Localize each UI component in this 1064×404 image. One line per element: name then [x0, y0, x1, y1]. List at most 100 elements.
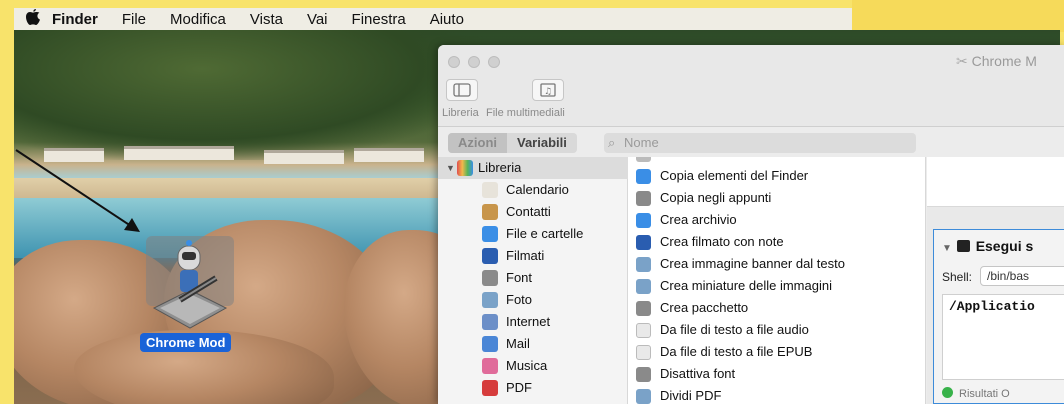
action-item[interactable]: Da file di testo a file EPUB	[628, 341, 925, 363]
music-icon	[482, 358, 498, 374]
action-item-label: Crea pacchetto	[660, 300, 749, 315]
window-title: ✂ Chrome M	[956, 53, 1037, 69]
library-toggle-button[interactable]	[446, 79, 478, 101]
action-item[interactable]: Crea miniature delle immagini	[628, 275, 925, 297]
library-item[interactable]: Mail	[438, 333, 628, 355]
library-item[interactable]: File e cartelle	[438, 223, 628, 245]
action-item[interactable]: Crea pacchetto	[628, 297, 925, 319]
minimize-button[interactable]	[468, 56, 480, 68]
disclosure-triangle-icon[interactable]: ▼	[446, 157, 455, 179]
action-item[interactable]: Copia negli appunti	[628, 187, 925, 209]
action-item-label: Da file di testo a file audio	[660, 322, 809, 337]
action-item-label: Da file di testo a file EPUB	[660, 344, 813, 359]
media-button[interactable]: ♫	[532, 79, 564, 101]
library-item-label: File e cartelle	[506, 226, 584, 241]
image-icon	[636, 257, 651, 272]
finder-icon	[482, 226, 498, 242]
library-item[interactable]: Musica	[438, 355, 628, 377]
pdf-icon	[482, 380, 498, 396]
action-item[interactable]: Copia elementi del Finder	[628, 165, 925, 187]
library-item[interactable]: Internet	[438, 311, 628, 333]
library-item[interactable]: Calendario	[438, 179, 628, 201]
globe-icon	[482, 314, 498, 330]
image-icon	[636, 279, 651, 294]
mail-icon	[482, 336, 498, 352]
action-card-run-shell[interactable]: ▼ Esegui s Shell: /bin/bas /Applicatio R…	[933, 229, 1064, 404]
shell-label: Shell:	[942, 270, 973, 284]
script-editor[interactable]: /Applicatio	[942, 294, 1064, 380]
action-item[interactable]: Crea filmato con note	[628, 231, 925, 253]
finder-icon	[636, 213, 651, 228]
library-item-label: Internet	[506, 314, 551, 329]
close-button[interactable]	[448, 56, 460, 68]
workflow-input-panel	[927, 157, 1064, 207]
media-icon: ♫	[540, 83, 556, 97]
action-item-label: Crea immagine banner dal testo	[660, 256, 845, 271]
action-item-label: Crea archivio	[660, 212, 737, 227]
search-input[interactable]: ⌕ Nome	[604, 133, 916, 153]
tab-switcher: Azioni Variabili	[448, 133, 577, 153]
library-item-label: Musica	[506, 358, 548, 373]
action-item[interactable]: Disattiva font	[628, 363, 925, 385]
text-file-icon	[636, 323, 651, 338]
search-icon: ⌕	[608, 135, 616, 150]
action-card-title: ▼ Esegui s	[942, 238, 1034, 254]
status-ok-icon	[942, 387, 953, 398]
annotation-arrow	[15, 149, 140, 232]
search-placeholder: Nome	[624, 135, 659, 150]
font-book-icon	[482, 270, 498, 286]
action-item[interactable]: Da file di testo a file audio	[628, 319, 925, 341]
library-item-label: Contatti	[506, 204, 551, 219]
library-folder-icon	[457, 160, 473, 176]
font-book-icon	[636, 367, 651, 382]
action-item-label: Dividi PDF	[660, 388, 722, 403]
calendar-icon	[482, 182, 498, 198]
action-item-label: Disattiva font	[660, 366, 736, 381]
menu-modifica[interactable]: Modifica	[170, 11, 226, 28]
tab-variabili[interactable]: Variabili	[507, 133, 577, 153]
library-item-label: Font	[506, 270, 533, 285]
automator-window: ✂ Chrome M ♫ Libreria File multimediali …	[438, 45, 1064, 404]
library-item[interactable]: Font	[438, 267, 628, 289]
action-item-label: Copia elementi del Finder	[660, 168, 809, 183]
action-item[interactable]: Dividi PDF	[628, 385, 925, 404]
shell-select[interactable]: /bin/bas	[980, 266, 1064, 286]
terminal-icon	[956, 240, 970, 252]
tab-azioni[interactable]: Azioni	[448, 133, 507, 153]
tools-icon	[636, 157, 651, 162]
wallpaper-building	[354, 148, 424, 162]
wallpaper-building	[264, 150, 344, 164]
action-item-label: Crea miniature delle immagini	[660, 278, 832, 293]
action-item-label: Copia negli appunti	[660, 190, 772, 205]
photos-icon	[482, 292, 498, 308]
quicktime-icon	[482, 248, 498, 264]
library-root-row[interactable]: ▼ Libreria	[438, 157, 628, 179]
finder-icon	[636, 169, 651, 184]
desktop-app-icon[interactable]	[146, 236, 234, 329]
library-item-label: Calendario	[506, 182, 569, 197]
action-item[interactable]: Crea archivio	[628, 209, 925, 231]
automator-robot-icon	[152, 240, 228, 329]
library-item[interactable]: Foto	[438, 289, 628, 311]
menu-aiuto[interactable]: Aiuto	[430, 11, 464, 28]
action-footer: Risultati O	[942, 387, 1010, 400]
quicktime-icon	[636, 235, 651, 250]
library-item[interactable]: Filmati	[438, 245, 628, 267]
menu-vai[interactable]: Vai	[307, 11, 328, 28]
window-titlebar: ✂ Chrome M ♫ Libreria File multimediali	[438, 45, 1064, 127]
desktop-icon-label[interactable]: Chrome Mod	[140, 333, 232, 352]
library-item-label: Foto	[506, 292, 533, 307]
disclosure-triangle-icon[interactable]: ▼	[942, 243, 955, 254]
menu-finestra[interactable]: Finestra	[352, 11, 406, 28]
action-item[interactable]: Crea immagine banner dal testo	[628, 253, 925, 275]
library-item-label: Filmati	[506, 248, 545, 263]
library-item[interactable]: Contatti	[438, 201, 628, 223]
media-label: File multimediali	[486, 107, 565, 119]
library-item[interactable]: PDF	[438, 377, 628, 399]
library-item-label: PDF	[506, 380, 532, 395]
zoom-button[interactable]	[488, 56, 500, 68]
svg-text:♫: ♫	[544, 87, 552, 97]
tools-icon	[636, 191, 651, 206]
menu-vista[interactable]: Vista	[250, 11, 283, 28]
text-file-icon	[636, 345, 651, 360]
